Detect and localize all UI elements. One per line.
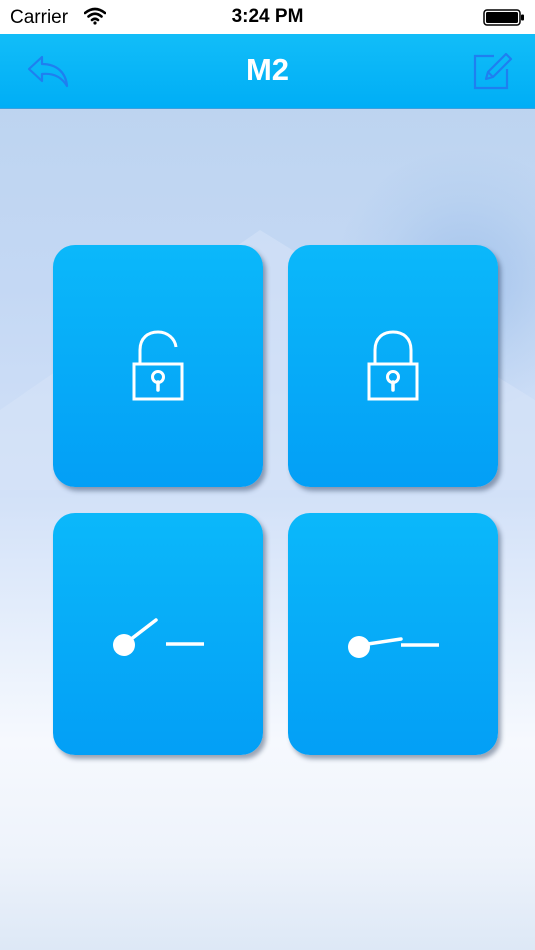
navigation-bar: M2 bbox=[0, 34, 535, 109]
switch-open-button[interactable] bbox=[53, 513, 263, 755]
status-time: 3:24 PM bbox=[231, 6, 304, 27]
switch-closed-icon bbox=[348, 636, 439, 658]
battery-icon bbox=[483, 9, 525, 31]
unlock-icon bbox=[132, 330, 184, 401]
switch-open-icon bbox=[113, 618, 204, 656]
screen: Carrier 3:24 PM M2 bbox=[0, 0, 535, 950]
switch-closed-button[interactable] bbox=[288, 513, 498, 755]
status-bar: Carrier 3:24 PM bbox=[0, 0, 535, 34]
unlock-button[interactable] bbox=[53, 245, 263, 487]
edit-button[interactable] bbox=[469, 46, 517, 94]
page-title: M2 bbox=[245, 52, 290, 87]
edit-icon bbox=[473, 52, 513, 90]
lock-button[interactable] bbox=[288, 245, 498, 487]
lock-icon bbox=[367, 330, 419, 401]
